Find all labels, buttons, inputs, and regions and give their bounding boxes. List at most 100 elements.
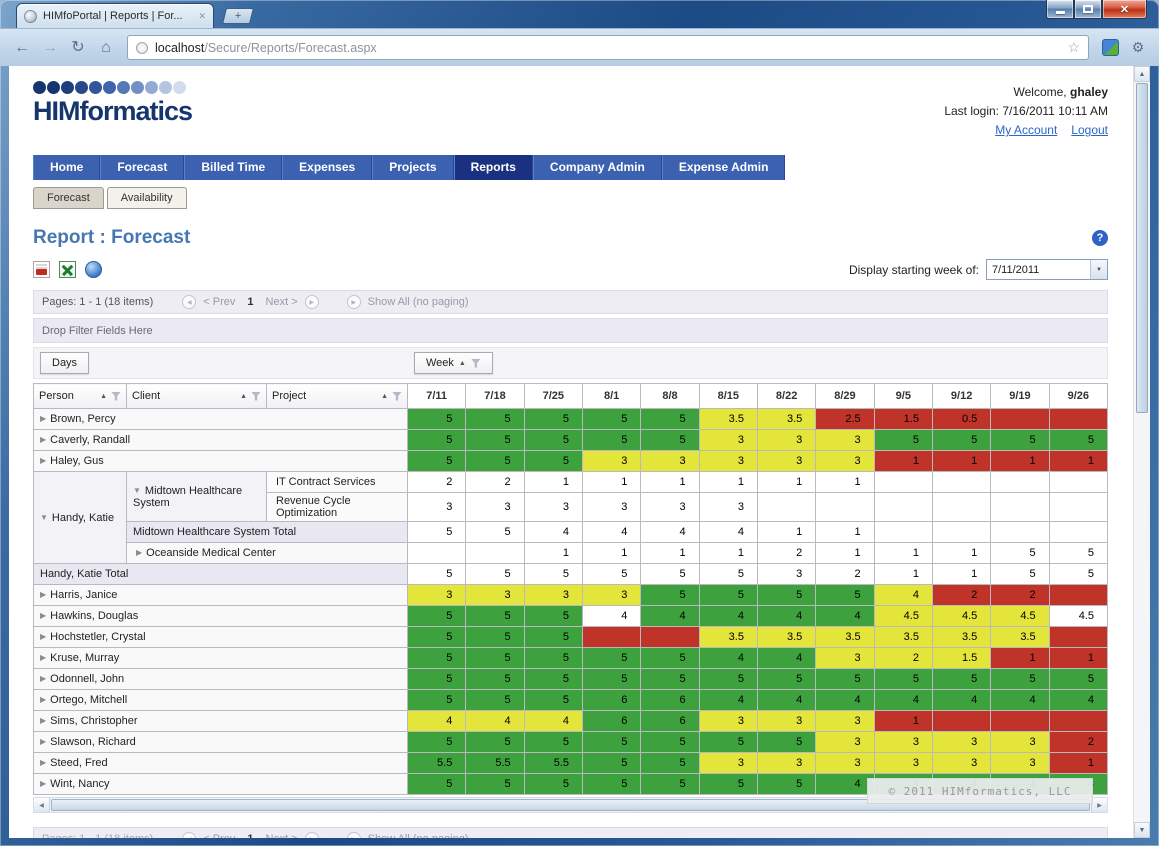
expand-icon[interactable]: ▶ [40,779,46,788]
week-column-header[interactable]: 9/26 [1049,384,1107,409]
minimize-button[interactable] [1046,0,1074,19]
show-all-icon[interactable]: ▶ [347,295,361,309]
week-column-header[interactable]: 8/15 [699,384,757,409]
filter-icon[interactable] [392,392,402,401]
collapse-icon[interactable]: ▼ [133,486,141,495]
expand-icon[interactable]: ▶ [40,456,46,465]
expand-icon[interactable]: ▶ [40,716,46,725]
prev-page-link[interactable]: < Prev [203,833,235,838]
sub-tab-availability[interactable]: Availability [107,187,187,209]
vertical-scrollbar[interactable]: ▲ ▼ [1133,66,1150,838]
expand-icon[interactable]: ▶ [40,737,46,746]
week-column-header[interactable]: 7/11 [408,384,466,409]
week-column-header[interactable]: 8/29 [816,384,874,409]
forward-button[interactable]: → [38,40,62,56]
refresh-button[interactable]: ↻ [66,40,90,56]
week-column-header[interactable]: 8/8 [641,384,699,409]
week-column-header[interactable]: 7/18 [466,384,524,409]
row-label[interactable]: ▶Wint, Nancy [34,774,408,795]
expand-icon[interactable]: ▶ [40,758,46,767]
scroll-left-icon[interactable]: ◀ [34,798,50,812]
row-label[interactable]: ▼Midtown Healthcare System [127,472,267,522]
sub-tab-forecast[interactable]: Forecast [33,187,104,209]
expand-icon[interactable]: ▶ [40,435,46,444]
extension-icon[interactable] [1102,39,1119,56]
row-label[interactable]: ▶Brown, Percy [34,409,408,430]
row-label[interactable]: ▶Haley, Gus [34,451,408,472]
week-dropdown[interactable]: 7/11/2011 ▼ [986,259,1108,280]
current-page-number[interactable]: 1 [242,296,258,308]
row-label[interactable]: ▶Caverly, Randall [34,430,408,451]
expand-icon[interactable]: ▶ [40,695,46,704]
column-field-person[interactable]: Person▲ [34,384,127,409]
new-tab-button[interactable]: + [222,8,254,24]
row-label[interactable]: ▶Hawkins, Douglas [34,606,408,627]
nav-tab-reports[interactable]: Reports [454,155,533,180]
next-page-link[interactable]: Next > [266,296,298,308]
row-label[interactable]: ▶Slawson, Richard [34,732,408,753]
expand-icon[interactable]: ▶ [40,632,46,641]
row-label[interactable]: ▼Handy, Katie [34,472,127,564]
expand-icon[interactable]: ▶ [40,414,46,423]
week-column-header[interactable]: 9/12 [932,384,990,409]
next-page-link[interactable]: Next > [266,833,298,838]
week-column-header[interactable]: 8/1 [582,384,640,409]
row-label[interactable]: ▶Odonnell, John [34,669,408,690]
chevron-down-icon[interactable]: ▼ [1090,260,1107,279]
address-bar[interactable]: localhost/Secure/Reports/Forecast.aspx ☆ [127,35,1089,60]
prev-page-link[interactable]: < Prev [203,296,235,308]
week-column-header[interactable]: 9/19 [991,384,1049,409]
collapse-icon[interactable]: ▼ [40,513,48,522]
web-export-icon[interactable] [85,261,102,278]
days-field-button[interactable]: Days [40,352,89,374]
filter-drop-zone[interactable]: Drop Filter Fields Here [33,318,1108,343]
row-label[interactable]: ▶Harris, Janice [34,585,408,606]
row-label[interactable]: ▶Hochstetler, Crystal [34,627,408,648]
scroll-up-icon[interactable]: ▲ [1134,66,1150,82]
filter-icon[interactable] [471,359,481,368]
home-button[interactable]: ⌂ [94,40,118,56]
column-field-project[interactable]: Project▲ [267,384,408,409]
maximize-button[interactable] [1074,0,1102,19]
back-button[interactable]: ← [10,40,34,56]
expand-icon[interactable]: ▶ [40,590,46,599]
show-all-link[interactable]: Show All (no paging) [368,833,469,838]
nav-tab-company-admin[interactable]: Company Admin [533,155,662,180]
browser-tab[interactable]: HIMfoPortal | Reports | For... ✕ [16,3,214,28]
week-column-header[interactable]: 9/5 [874,384,932,409]
nav-tab-billed-time[interactable]: Billed Time [184,155,282,180]
tab-close-icon[interactable]: ✕ [198,11,206,22]
nav-tab-home[interactable]: Home [33,155,100,180]
week-column-header[interactable]: 8/22 [757,384,815,409]
row-label[interactable]: ▶Oceanside Medical Center [127,543,408,564]
last-page-icon[interactable]: ▶ [305,295,319,309]
nav-tab-projects[interactable]: Projects [372,155,453,180]
wrench-menu-icon[interactable]: ⚙ [1127,39,1149,56]
pdf-export-icon[interactable] [33,261,50,278]
help-icon[interactable]: ? [1092,230,1108,246]
show-all-link[interactable]: Show All (no paging) [368,296,469,308]
nav-tab-forecast[interactable]: Forecast [100,155,184,180]
logout-link[interactable]: Logout [1071,123,1108,137]
column-field-client[interactable]: Client▲ [127,384,267,409]
first-page-icon[interactable]: ◀ [182,295,196,309]
week-column-header[interactable]: 7/25 [524,384,582,409]
scroll-right-icon[interactable]: ▶ [1091,798,1107,812]
first-page-icon[interactable]: ◀ [182,832,196,838]
nav-tab-expenses[interactable]: Expenses [282,155,372,180]
row-label[interactable]: ▶Ortego, Mitchell [34,690,408,711]
nav-tab-expense-admin[interactable]: Expense Admin [662,155,786,180]
expand-icon[interactable]: ▶ [40,611,46,620]
row-label[interactable]: ▶Sims, Christopher [34,711,408,732]
filter-icon[interactable] [251,392,261,401]
current-page-number[interactable]: 1 [242,833,258,838]
last-page-icon[interactable]: ▶ [305,832,319,838]
bookmark-star-icon[interactable]: ☆ [1067,39,1080,56]
expand-icon[interactable]: ▶ [40,653,46,662]
week-field-button[interactable]: Week ▲ [414,352,493,374]
my-account-link[interactable]: My Account [995,123,1057,137]
expand-icon[interactable]: ▶ [136,548,142,557]
vscroll-thumb[interactable] [1136,83,1148,413]
close-button[interactable]: ✕ [1102,0,1147,19]
filter-icon[interactable] [111,392,121,401]
